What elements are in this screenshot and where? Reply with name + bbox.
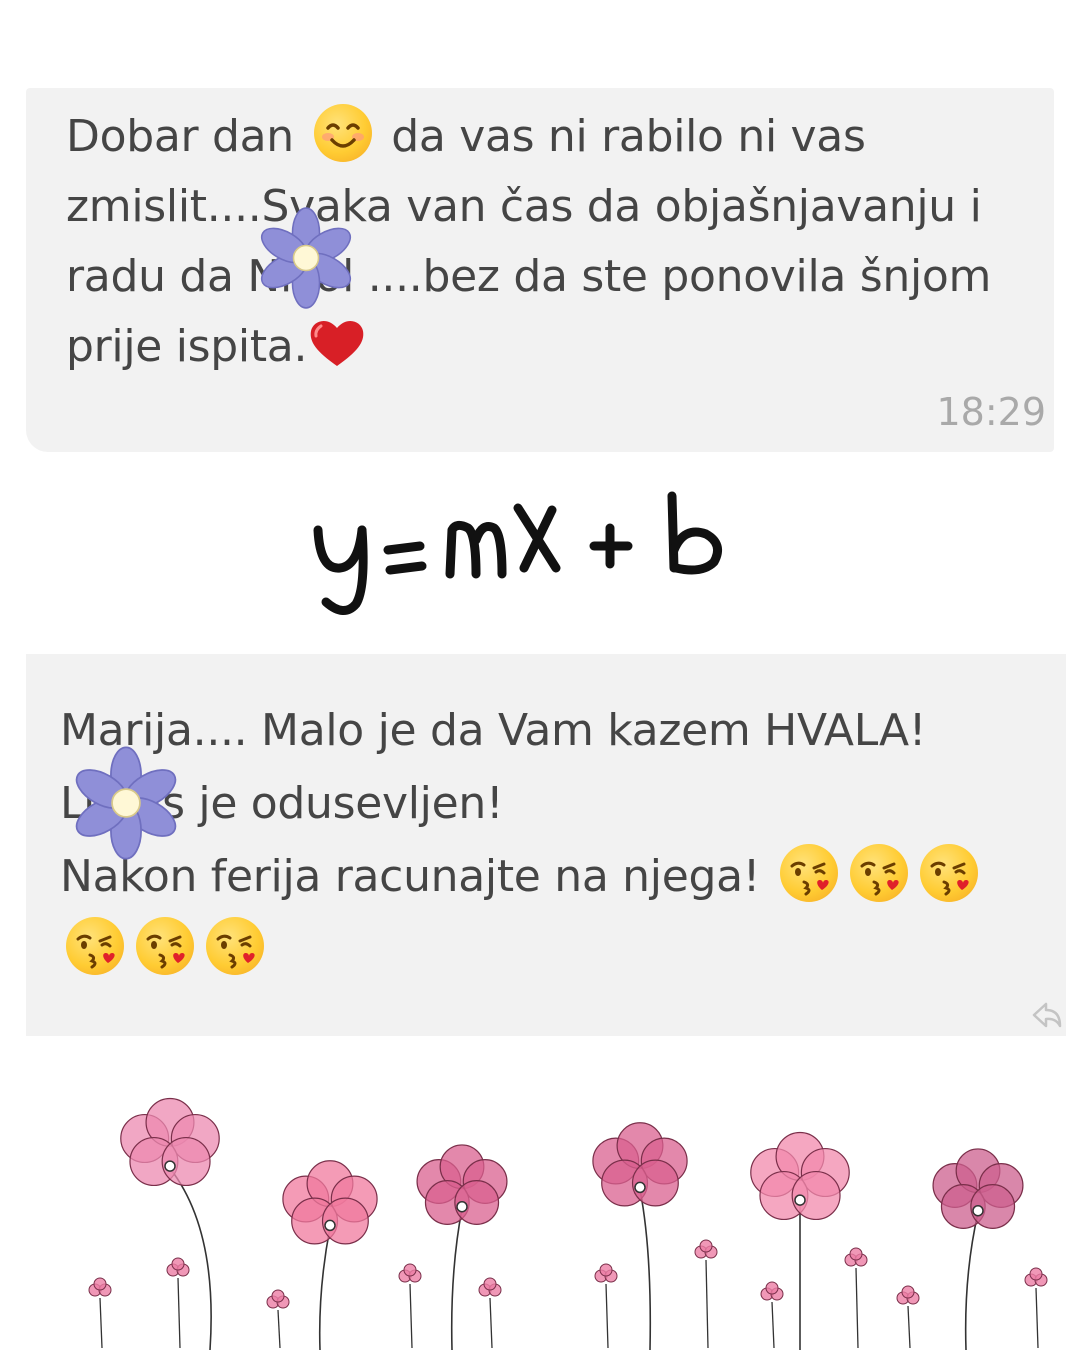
pink-flower <box>932 1148 1024 1350</box>
pink-bud <box>844 1247 868 1349</box>
pink-bud <box>1024 1267 1048 1349</box>
pink-flowers-decoration <box>0 1080 1080 1350</box>
pink-bud <box>88 1277 112 1349</box>
kissing-face-icon <box>919 844 978 902</box>
pink-bud <box>478 1277 502 1349</box>
kissing-face-icon <box>849 844 908 902</box>
purple-flower-icon <box>68 745 184 861</box>
message-text: Dobar dan <box>66 111 308 162</box>
purple-flower-icon <box>254 206 358 310</box>
kissing-face-icon <box>779 844 838 902</box>
message-line: prije ispita. <box>66 312 1024 382</box>
message-line: Nakon ferija racunajte na njega! <box>60 840 1046 913</box>
pink-bud <box>760 1281 784 1349</box>
pink-flower <box>120 1097 220 1350</box>
pink-bud <box>266 1289 290 1349</box>
handwritten-equation: y = mx + b <box>0 478 1080 628</box>
message-text: prije ispita. <box>66 321 308 372</box>
pink-flowers-drawing <box>88 1097 1048 1350</box>
kissing-face-icon <box>66 917 124 975</box>
kissing-emoji-row <box>774 840 984 913</box>
red-heart-icon <box>307 316 367 370</box>
pink-flower <box>416 1144 508 1350</box>
smiling-face-icon <box>313 104 372 162</box>
equation-drawing <box>313 491 723 615</box>
message-line <box>60 913 1046 986</box>
message-line: Dobar dan da vas ni rabilo ni vas <box>66 102 1024 172</box>
message-timestamp: 18:29 <box>936 390 1046 434</box>
message-text: da vas ni rabilo ni vas <box>377 111 866 162</box>
message-line: radu da Nikol ....bez da ste ponovila šn… <box>66 251 992 302</box>
pink-bud <box>594 1263 618 1349</box>
pink-flower <box>282 1160 378 1350</box>
kissing-face-icon <box>136 917 194 975</box>
message-line: Lukas je odusevljen! <box>60 778 504 829</box>
kissing-emoji-row <box>60 913 270 986</box>
message-line: zmislit....Svaka van čas da objašnjavanj… <box>66 181 982 232</box>
pink-bud <box>166 1257 190 1349</box>
message-line: Marija.... Malo je da Vam kazem HVALA! <box>60 705 927 756</box>
pink-bud <box>896 1285 920 1349</box>
pink-flower <box>750 1131 850 1350</box>
pink-bud <box>694 1239 718 1349</box>
pink-bud <box>398 1263 422 1349</box>
message-bubble-1[interactable]: Dobar dan da vas ni rabilo ni vas zmisli… <box>26 88 1054 452</box>
kissing-face-icon <box>206 917 264 975</box>
reply-arrow-icon[interactable] <box>1030 998 1064 1032</box>
